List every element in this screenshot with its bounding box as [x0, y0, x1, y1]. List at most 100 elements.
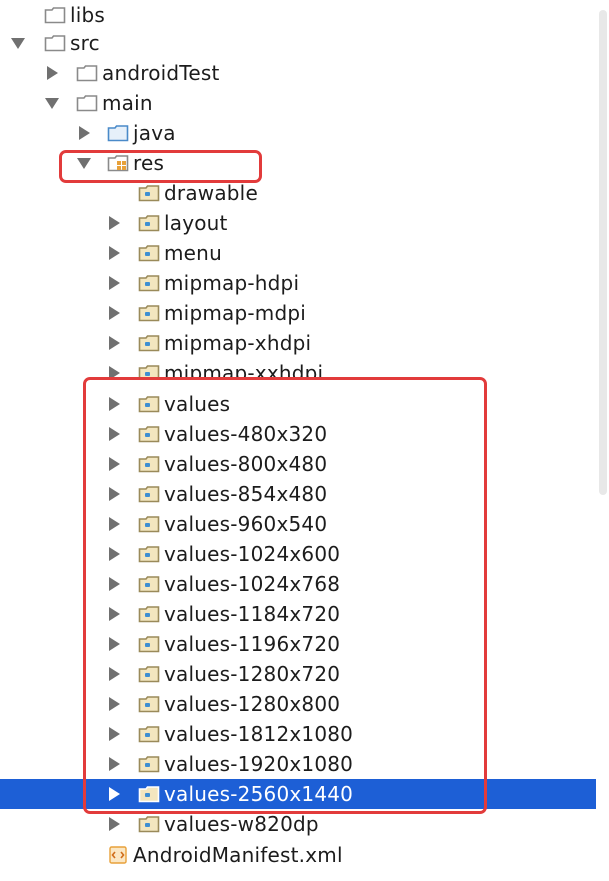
tree-row-label: res: [133, 151, 165, 175]
tree-row-values-1024x600[interactable]: values-1024x600: [0, 539, 596, 569]
tree-row-values-800x480[interactable]: values-800x480: [0, 449, 596, 479]
tree-row-values-480x320[interactable]: values-480x320: [0, 419, 596, 449]
tree-row-label: values-960x540: [164, 512, 328, 536]
tree-row-label: mipmap-hdpi: [164, 271, 300, 295]
package-folder-icon: [138, 575, 160, 593]
tree-row-src[interactable]: src: [0, 28, 596, 58]
tree-row-libs[interactable]: libs: [0, 0, 596, 30]
tree-row-layout[interactable]: layout: [0, 208, 596, 238]
tree-row-label: values-1280x720: [164, 662, 341, 686]
tree-row-label: values-800x480: [164, 452, 328, 476]
tree-row-label: values-1812x1080: [164, 722, 354, 746]
chevron-right-icon[interactable]: [104, 629, 124, 659]
source-folder-icon: [107, 124, 129, 142]
chevron-right-icon[interactable]: [104, 208, 124, 238]
tree-row-values-2560x1440[interactable]: values-2560x1440: [0, 779, 596, 809]
tree-row-mipmap-xhdpi[interactable]: mipmap-xhdpi: [0, 328, 596, 358]
xml-file-icon: [107, 846, 129, 864]
chevron-right-icon[interactable]: [104, 268, 124, 298]
chevron-right-icon[interactable]: [104, 509, 124, 539]
chevron-right-icon[interactable]: [104, 779, 124, 809]
chevron-right-icon[interactable]: [104, 539, 124, 569]
tree-row-values-1280x720[interactable]: values-1280x720: [0, 659, 596, 689]
chevron-right-icon[interactable]: [104, 328, 124, 358]
chevron-right-icon[interactable]: [104, 298, 124, 328]
chevron-right-icon[interactable]: [104, 719, 124, 749]
tree-row-androidtest[interactable]: androidTest: [0, 58, 596, 88]
chevron-right-icon[interactable]: [104, 479, 124, 509]
resource-folder-icon: [107, 154, 129, 172]
chevron-right-icon[interactable]: [104, 689, 124, 719]
tree-row-label: values-1184x720: [164, 602, 341, 626]
folder-icon: [76, 64, 98, 82]
vertical-scrollbar[interactable]: [596, 0, 609, 881]
chevron-right-icon[interactable]: [74, 118, 94, 148]
scrollbar-thumb[interactable]: [599, 10, 607, 495]
chevron-down-icon[interactable]: [8, 28, 28, 58]
tree-row-label: values-1024x768: [164, 572, 341, 596]
tree-row-drawable[interactable]: drawable: [0, 178, 596, 208]
package-folder-icon: [138, 485, 160, 503]
package-folder-icon: [138, 605, 160, 623]
tree-row-label: values-480x320: [164, 422, 328, 446]
folder-icon: [76, 94, 98, 112]
tree-row-label: java: [133, 121, 176, 145]
chevron-right-icon[interactable]: [104, 749, 124, 779]
package-folder-icon: [138, 274, 160, 292]
tree-row-label: main: [102, 91, 153, 115]
package-folder-icon: [138, 455, 160, 473]
tree-row-label: mipmap-xxhdpi: [164, 361, 324, 380]
tree-row-values-960x540[interactable]: values-960x540: [0, 509, 596, 539]
package-folder-icon: [138, 545, 160, 563]
tree-row-androidmanifest[interactable]: AndroidManifest.xml: [0, 840, 596, 870]
package-folder-icon: [138, 695, 160, 713]
package-folder-icon: [138, 785, 160, 803]
tree-row-values-1184x720[interactable]: values-1184x720: [0, 599, 596, 629]
tree-row-label: values: [164, 392, 231, 416]
tree-row-label: values-w820dp: [164, 812, 319, 836]
tree-row-label: values-1920x1080: [164, 752, 354, 776]
tree-row-java[interactable]: java: [0, 118, 596, 148]
tree-row-label: mipmap-xhdpi: [164, 331, 312, 355]
package-folder-icon: [138, 334, 160, 352]
tree-row-values-1024x768[interactable]: values-1024x768: [0, 569, 596, 599]
package-folder-icon: [138, 635, 160, 653]
tree-row-menu[interactable]: menu: [0, 238, 596, 268]
package-folder-icon: [138, 395, 160, 413]
tree-row-label: mipmap-mdpi: [164, 301, 307, 325]
chevron-right-icon[interactable]: [104, 358, 124, 380]
chevron-down-icon[interactable]: [42, 88, 62, 118]
chevron-right-icon[interactable]: [104, 659, 124, 689]
chevron-right-icon[interactable]: [104, 449, 124, 479]
tree-row-res[interactable]: res: [0, 148, 596, 178]
tree-row-label: values-1196x720: [164, 632, 341, 656]
package-folder-icon: [138, 184, 160, 202]
chevron-right-icon[interactable]: [104, 569, 124, 599]
tree-row-mipmap-mdpi[interactable]: mipmap-mdpi: [0, 298, 596, 328]
tree-row-values-w820dp[interactable]: values-w820dp: [0, 809, 596, 839]
package-folder-icon: [138, 304, 160, 322]
package-folder-icon: [138, 815, 160, 833]
tree-row-label: values-1280x800: [164, 692, 341, 716]
tree-row-values-1196x720[interactable]: values-1196x720: [0, 629, 596, 659]
tree-row-values-854x480[interactable]: values-854x480: [0, 479, 596, 509]
chevron-right-icon[interactable]: [104, 599, 124, 629]
tree-row-main[interactable]: main: [0, 88, 596, 118]
chevron-right-icon[interactable]: [104, 389, 124, 419]
chevron-down-icon[interactable]: [74, 148, 94, 178]
chevron-right-icon[interactable]: [104, 238, 124, 268]
tree-row-label: menu: [164, 241, 222, 265]
tree-row-values-1812x1080[interactable]: values-1812x1080: [0, 719, 596, 749]
tree-row-values-1280x800[interactable]: values-1280x800: [0, 689, 596, 719]
tree-row-label: drawable: [164, 181, 258, 205]
tree-row-label: src: [70, 31, 100, 55]
tree-row-label: values-854x480: [164, 482, 328, 506]
tree-row-mipmap-xxhdpi[interactable]: mipmap-xxhdpi: [0, 358, 596, 380]
chevron-right-icon[interactable]: [42, 58, 62, 88]
chevron-right-icon[interactable]: [104, 809, 124, 839]
tree-row-values-1920x1080[interactable]: values-1920x1080: [0, 749, 596, 779]
chevron-right-icon[interactable]: [104, 419, 124, 449]
tree-row-values[interactable]: values: [0, 389, 596, 419]
tree-row-mipmap-hdpi[interactable]: mipmap-hdpi: [0, 268, 596, 298]
tree-row-label: values-2560x1440: [164, 782, 354, 806]
